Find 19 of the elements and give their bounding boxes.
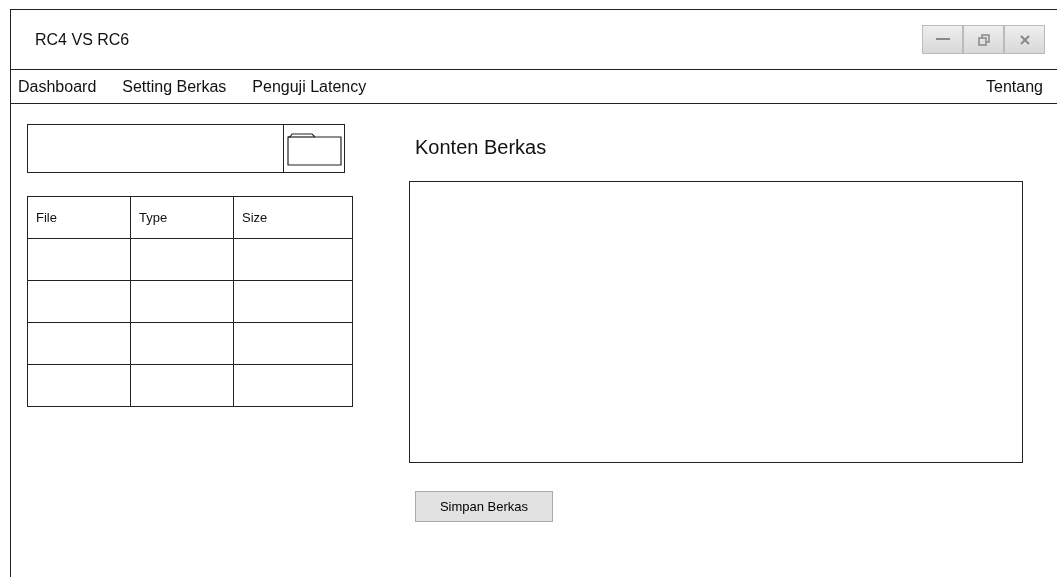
file-path-field[interactable]: [27, 124, 345, 173]
window-title: RC4 VS RC6: [35, 30, 130, 49]
minimize-icon: [935, 38, 950, 41]
menu-item[interactable]: Dashboard: [18, 77, 97, 96]
column-header: File: [36, 210, 57, 225]
menu-item[interactable]: Tentang: [986, 77, 1043, 96]
close-icon: [1019, 34, 1030, 45]
column-header: Size: [242, 210, 268, 225]
column-header: Type: [139, 210, 168, 225]
browse-button[interactable]: [283, 125, 344, 172]
content-heading: Konten Berkas: [415, 136, 548, 159]
close-button[interactable]: [1004, 25, 1045, 54]
restore-button[interactable]: [963, 25, 1004, 54]
menu-item[interactable]: Penguji Latency: [252, 77, 367, 96]
minimize-button[interactable]: [922, 25, 963, 54]
restore-icon: [977, 33, 990, 46]
save-button[interactable]: Simpan Berkas: [415, 491, 553, 522]
menu-item[interactable]: Setting Berkas: [122, 77, 227, 96]
folder-icon: [286, 131, 342, 166]
